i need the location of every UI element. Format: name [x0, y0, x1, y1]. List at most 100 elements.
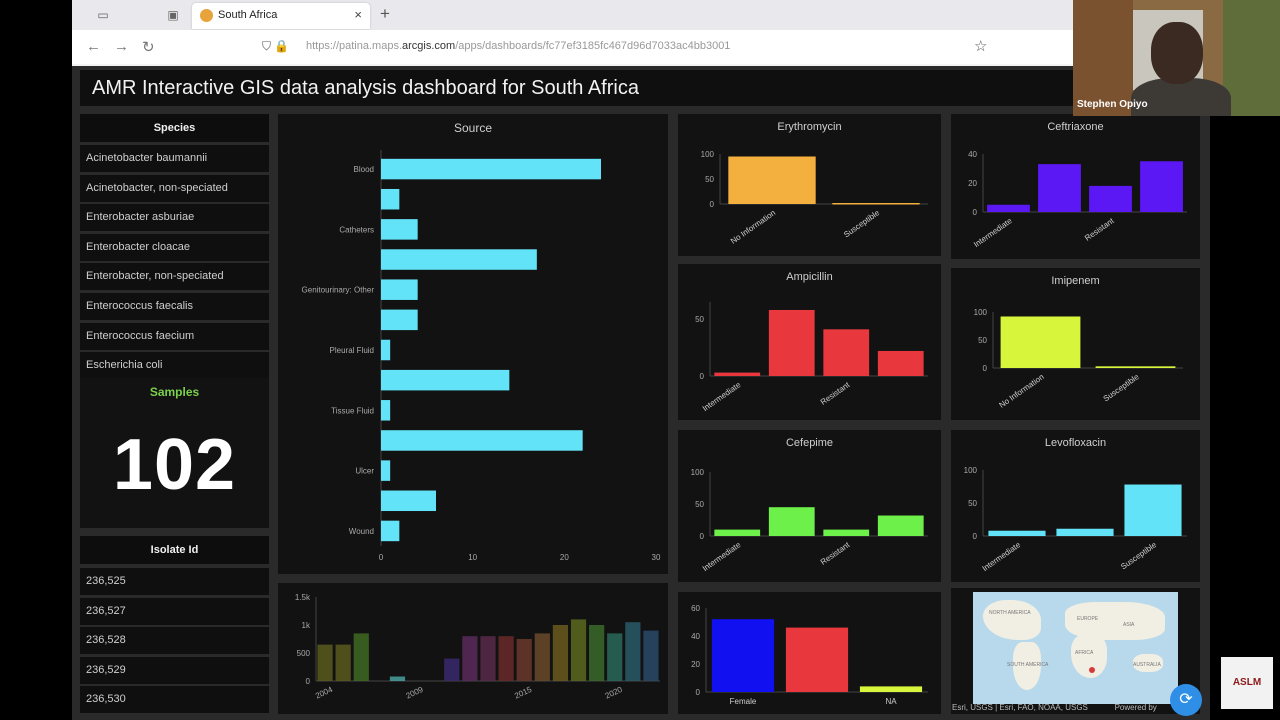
bookmark-star-icon[interactable]: ☆ — [974, 37, 987, 55]
bar-resistant[interactable] — [823, 529, 870, 536]
category-label: Intermediate — [972, 216, 1014, 249]
bar-year-14[interactable] — [570, 619, 587, 681]
species-list-item[interactable]: Enterococcus faecium — [80, 322, 269, 350]
imipenem-chart-panel[interactable]: Imipenem 0 50 100 No Information Susceptible — [951, 268, 1200, 420]
species-list-item[interactable]: Enterococcus faecalis — [80, 293, 269, 320]
sex-chart[interactable]: 0 20 40 60 Female NA — [678, 592, 941, 714]
bar-susceptible[interactable] — [832, 203, 920, 205]
bar-susceptible[interactable] — [1124, 484, 1182, 536]
ceftriaxone-chart[interactable]: Ceftriaxone 0 20 40 Intermediate Resistant — [951, 114, 1200, 259]
bar-series[interactable] — [768, 309, 815, 376]
bar-resistant[interactable] — [1089, 185, 1132, 212]
bar-intermediate[interactable] — [714, 529, 761, 536]
bar-year-0[interactable] — [317, 644, 333, 681]
new-tab-icon[interactable]: + — [380, 4, 390, 24]
bar-na[interactable] — [859, 686, 923, 692]
bar-source-11[interactable] — [381, 490, 436, 512]
bar-year-16[interactable] — [607, 633, 623, 681]
ampicillin-chart[interactable]: Ampicillin 0 50 Intermediate Resistant — [678, 264, 941, 420]
bar-source-4[interactable] — [381, 279, 418, 300]
bar-intermediate[interactable] — [987, 204, 1030, 212]
bar-year-17[interactable] — [625, 622, 641, 681]
ceftriaxone-chart-panel[interactable]: Ceftriaxone 0 20 40 Intermediate Resistant — [951, 114, 1200, 259]
timeline-chart[interactable]: 0 500 1k 1.5k 2004 2009 2015 2020 — [278, 583, 668, 714]
isolate-list-item[interactable]: 236,525 — [80, 568, 269, 595]
bar-series[interactable] — [785, 627, 849, 692]
isolate-list-item[interactable]: 236,527 — [80, 597, 269, 625]
security-icons[interactable]: ⛉ 🔒 — [262, 39, 289, 54]
bar-source-12[interactable] — [381, 520, 400, 542]
bar-series[interactable] — [768, 507, 815, 536]
aslm-logo: ASLM — [1221, 657, 1273, 709]
bar-series[interactable] — [877, 350, 924, 376]
bar-source-2[interactable] — [381, 219, 418, 240]
bar-year-18[interactable] — [643, 630, 659, 681]
species-list-item[interactable]: Escherichia coli — [80, 352, 269, 379]
imipenem-chart[interactable]: Imipenem 0 50 100 No Information Susceptible — [951, 268, 1200, 420]
bar-series[interactable] — [877, 515, 924, 536]
bar-year-1[interactable] — [335, 644, 351, 681]
erythromycin-chart-panel[interactable]: Erythromycin 0 50 100 No Information Suscepti… — [678, 114, 941, 256]
bar-series[interactable] — [1038, 164, 1081, 212]
bar-year-9[interactable] — [480, 636, 496, 681]
bar-source-7[interactable] — [381, 369, 510, 391]
tab-active[interactable]: South Africa × — [192, 3, 370, 29]
bar-source-5[interactable] — [381, 309, 418, 331]
bar-source-3[interactable] — [381, 249, 537, 270]
species-list-item[interactable]: Acinetobacter baumannii — [80, 145, 269, 172]
bar-no-information[interactable] — [728, 156, 816, 205]
bar-source-8[interactable] — [381, 400, 391, 421]
species-list-item[interactable]: Enterobacter, non-speciated — [80, 263, 269, 291]
species-list-item[interactable]: Acinetobacter, non-speciated — [80, 174, 269, 202]
reload-icon[interactable]: ↻ — [142, 38, 155, 56]
cefepime-chart-panel[interactable]: Cefepime 0 50 100 Intermediate Resistant — [678, 430, 941, 582]
world-map[interactable]: NORTH AMERICA EUROPE ASIA AFRICA SOUTH A… — [973, 592, 1178, 704]
bar-source-1[interactable] — [381, 188, 400, 210]
bar-year-2[interactable] — [353, 633, 369, 681]
forward-icon[interactable]: → — [114, 38, 129, 55]
bar-source-6[interactable] — [381, 339, 391, 361]
isolate-list-item[interactable]: 236,528 — [80, 627, 269, 654]
erythromycin-chart[interactable]: Erythromycin 0 50 100 No Information Suscepti… — [678, 114, 941, 256]
bar-source-0[interactable] — [381, 158, 601, 180]
bar-intermediate[interactable] — [714, 372, 761, 376]
bar-year-11[interactable] — [516, 639, 532, 681]
bar-year-7[interactable] — [444, 658, 460, 681]
bar-year-15[interactable] — [589, 625, 605, 681]
bar-source-10[interactable] — [381, 460, 391, 481]
source-chart[interactable]: Source 0 10 20 30 Blood Catheters Genitourinary… — [278, 114, 668, 574]
tab-close-icon[interactable]: × — [354, 7, 362, 22]
bar-resistant[interactable] — [823, 329, 870, 376]
bar-series[interactable] — [1056, 528, 1114, 536]
ampicillin-chart-panel[interactable]: Ampicillin 0 50 Intermediate Resistant — [678, 264, 941, 420]
isolate-list-item[interactable]: 236,529 — [80, 656, 269, 684]
bar-susceptible[interactable] — [1095, 366, 1176, 368]
bar-year-4[interactable] — [389, 676, 406, 681]
bar-intermediate[interactable] — [988, 530, 1046, 536]
bar-year-13[interactable] — [552, 625, 569, 681]
back-icon[interactable]: ← — [86, 38, 101, 55]
source-chart-panel[interactable]: Source 0 10 20 30 Blood Catheters Genitourinary… — [278, 114, 668, 574]
isolate-list-item[interactable]: 236,530 — [80, 686, 269, 713]
bar-female[interactable] — [711, 619, 775, 692]
levofloxacin-chart[interactable]: Levofloxacin 0 50 100 Intermediate Susceptibl… — [951, 430, 1200, 582]
bar-year-12[interactable] — [534, 633, 550, 681]
timeline-chart-panel[interactable]: 0 500 1k 1.5k 2004 2009 2015 2020 — [278, 583, 668, 714]
bar-year-8[interactable] — [462, 636, 478, 681]
container-icon[interactable]: ▣ — [162, 6, 184, 24]
bar-no-information[interactable] — [1000, 316, 1081, 368]
bar-source-9[interactable] — [381, 430, 583, 451]
chart-title: Cefepime — [786, 437, 833, 449]
bar-series[interactable] — [1140, 161, 1183, 212]
sex-chart-panel[interactable]: 0 20 40 60 Female NA — [678, 592, 941, 714]
category-label: Female — [730, 697, 757, 706]
species-list-item[interactable]: Enterobacter cloacae — [80, 233, 269, 261]
species-list-item[interactable]: Enterobacter asburiae — [80, 204, 269, 232]
cefepime-chart[interactable]: Cefepime 0 50 100 Intermediate Resistant — [678, 430, 941, 582]
bar-year-10[interactable] — [498, 636, 514, 681]
refresh-fab-icon[interactable]: ⟳ — [1170, 684, 1202, 716]
tab-overview-icon[interactable]: ▭ — [92, 6, 114, 24]
map-marker-south-africa[interactable] — [1089, 667, 1095, 673]
levofloxacin-chart-panel[interactable]: Levofloxacin 0 50 100 Intermediate Susceptibl… — [951, 430, 1200, 582]
address-bar[interactable]: https://patina.maps.arcgis.com/apps/dash… — [306, 40, 730, 52]
